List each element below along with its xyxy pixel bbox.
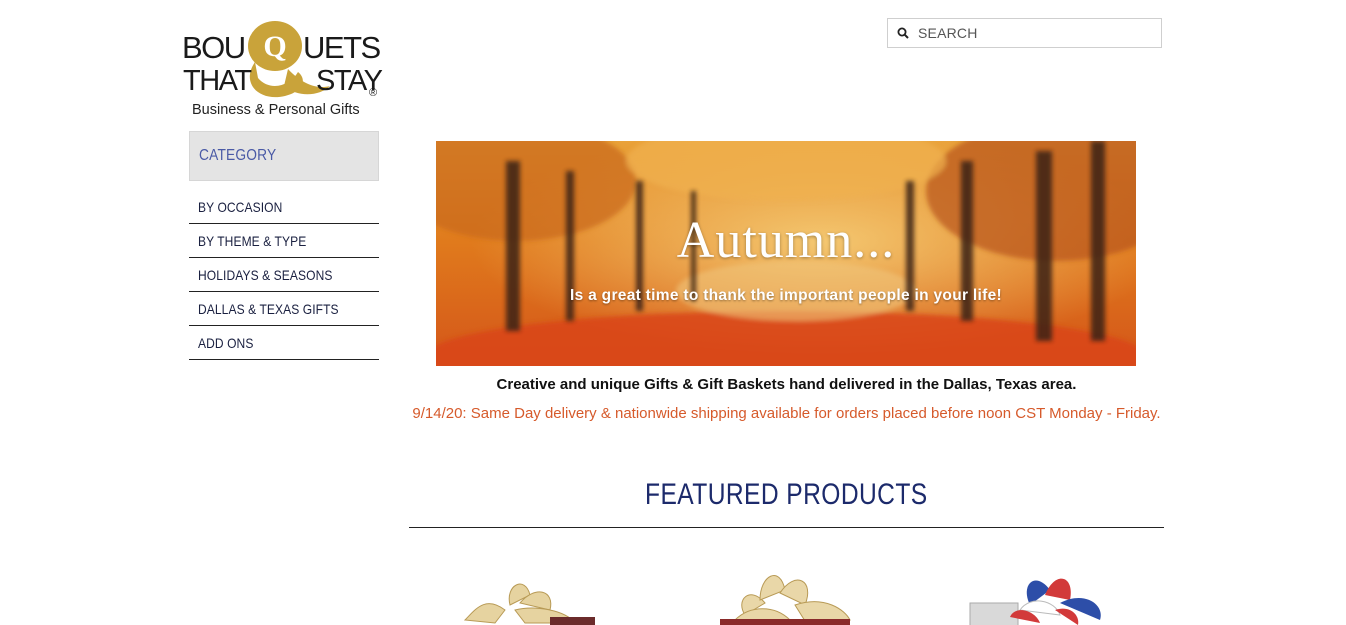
search-input[interactable] bbox=[918, 25, 1161, 41]
sidebar-item-label: BY THEME & TYPE bbox=[198, 233, 307, 249]
delivery-notice: 9/14/20: Same Day delivery & nationwide … bbox=[412, 405, 1161, 422]
featured-products-title: FEATURED PRODUCTS bbox=[409, 478, 1164, 512]
search-icon[interactable] bbox=[888, 27, 918, 39]
svg-text:®: ® bbox=[369, 87, 377, 99]
category-header-label: CATEGORY bbox=[199, 147, 277, 164]
logo-word-2: THAT bbox=[183, 65, 252, 97]
category-list: BY OCCASION BY THEME & TYPE HOLIDAYS & S… bbox=[189, 191, 379, 360]
banner-subline: Is a great time to thank the important p… bbox=[570, 287, 1002, 304]
sidebar-item-label: HOLIDAYS & SEASONS bbox=[198, 267, 333, 283]
sidebar-item-label: DALLAS & TEXAS GIFTS bbox=[198, 301, 339, 317]
logo-tagline: Business & Personal Gifts bbox=[192, 102, 360, 118]
sidebar-item-dallas-texas-gifts[interactable]: DALLAS & TEXAS GIFTS bbox=[189, 293, 379, 326]
svg-text:Q: Q bbox=[263, 30, 286, 63]
product-image-2[interactable] bbox=[705, 565, 865, 625]
sidebar-item-label: BY OCCASION bbox=[198, 199, 283, 215]
banner-headline: Autumn... bbox=[676, 212, 896, 269]
logo-word-1: BOU bbox=[182, 30, 245, 65]
search-box[interactable] bbox=[887, 18, 1162, 48]
site-tagline: Creative and unique Gifts & Gift Baskets… bbox=[496, 376, 1077, 393]
sidebar-item-by-theme-type[interactable]: BY THEME & TYPE bbox=[189, 225, 379, 258]
site-logo[interactable]: Q BOU UETS THAT STAY ® Business & Person… bbox=[180, 14, 385, 122]
product-image-1[interactable] bbox=[455, 565, 615, 625]
sidebar-item-add-ons[interactable]: ADD ONS bbox=[189, 327, 379, 360]
hero-banner[interactable]: Autumn... Is a great time to thank the i… bbox=[436, 141, 1136, 366]
sidebar-item-holidays-seasons[interactable]: HOLIDAYS & SEASONS bbox=[189, 259, 379, 292]
sidebar-item-by-occasion[interactable]: BY OCCASION bbox=[189, 191, 379, 224]
product-image-3[interactable] bbox=[960, 565, 1120, 625]
section-divider bbox=[409, 527, 1164, 528]
svg-text:UETS: UETS bbox=[303, 30, 381, 65]
sidebar-item-label: ADD ONS bbox=[198, 335, 254, 351]
category-header[interactable]: CATEGORY bbox=[189, 131, 379, 181]
featured-products-label: FEATURED PRODUCTS bbox=[645, 478, 928, 511]
